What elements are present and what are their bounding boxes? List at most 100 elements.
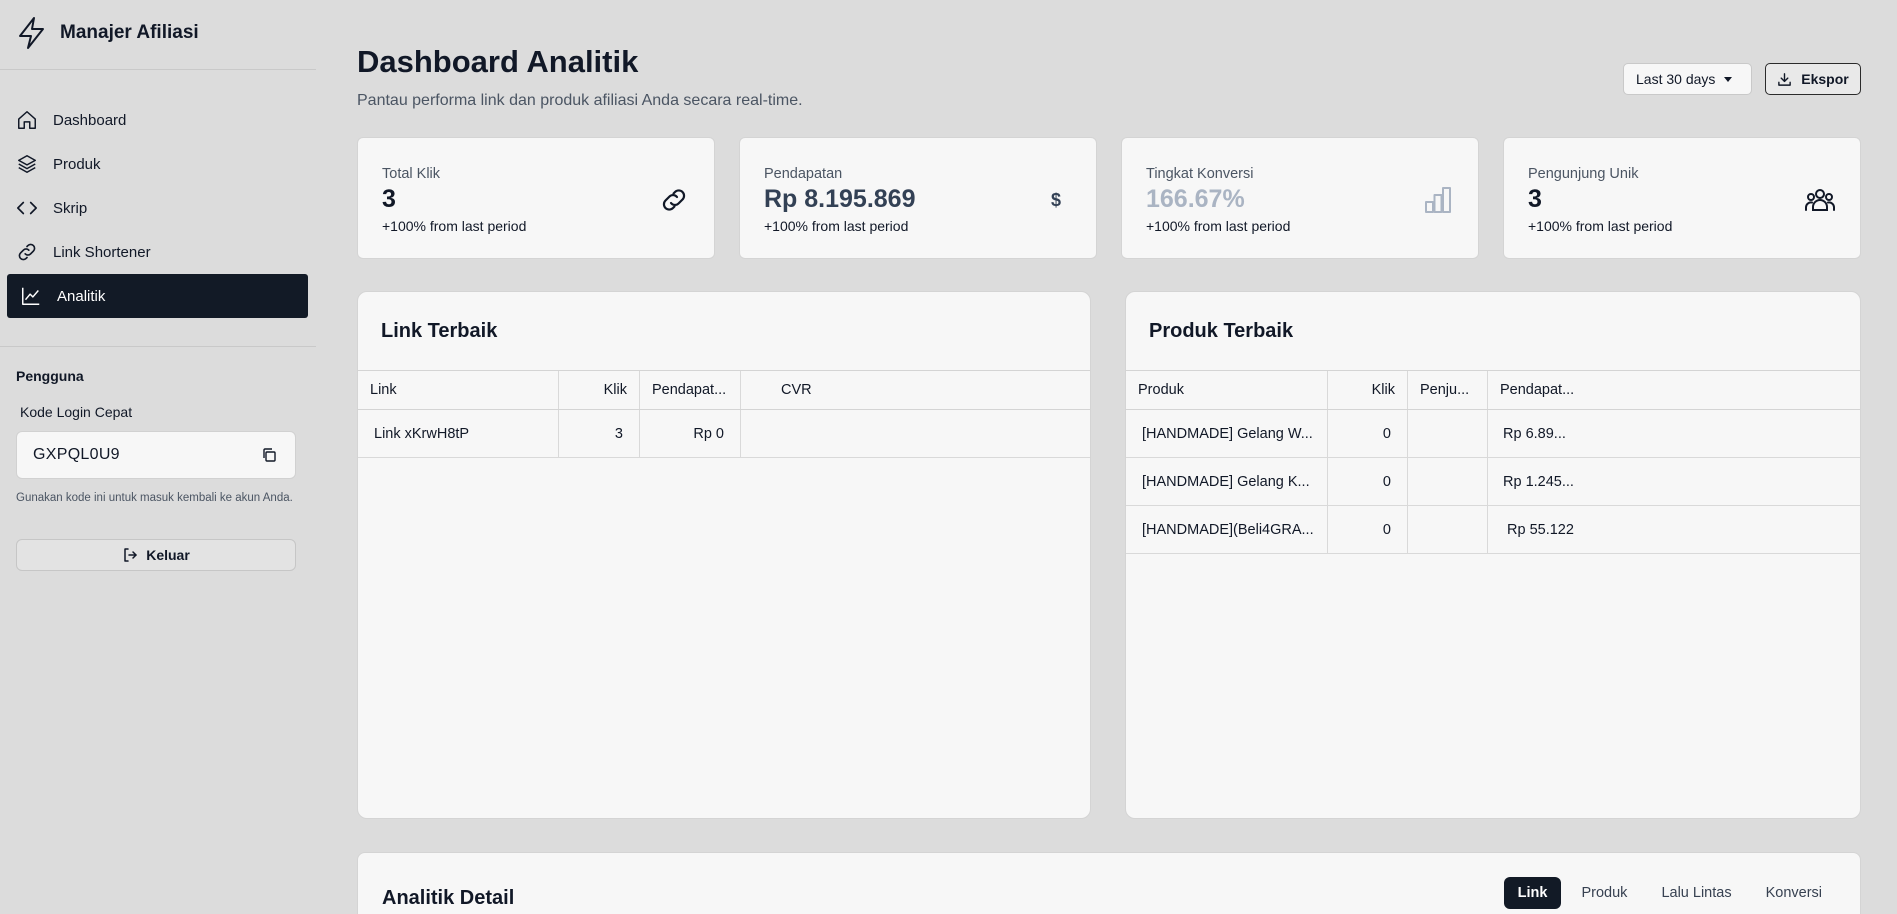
- tab-lalu-lintas[interactable]: Lalu Lintas: [1647, 877, 1745, 909]
- cell-clicks: 0: [1328, 458, 1408, 505]
- stat-label: Total Klik: [382, 166, 441, 182]
- stat-label: Pendapatan: [764, 166, 843, 182]
- sidebar-nav: Dashboard Produk Skrip Link Shortener An…: [7, 98, 308, 318]
- cell-revenue: Rp 55.122: [1507, 521, 1574, 538]
- lightning-icon: [19, 17, 44, 49]
- cell-product[interactable]: [HANDMADE](Beli4GRA...: [1126, 506, 1328, 553]
- logout-button[interactable]: Keluar: [16, 539, 296, 571]
- brand[interactable]: Manajer Afiliasi: [16, 16, 199, 50]
- link-icon: [18, 243, 36, 261]
- tab-konversi[interactable]: Konversi: [1752, 877, 1836, 909]
- cell-revenue: Rp 6.89...: [1503, 425, 1566, 442]
- stat-delta: +100% from last period: [1146, 218, 1291, 234]
- sidebar-item-label: Skrip: [53, 199, 88, 217]
- sidebar-item-produk[interactable]: Produk: [7, 142, 308, 186]
- stat-delta: +100% from last period: [764, 218, 909, 234]
- table-row[interactable]: [HANDMADE] Gelang K... 0 Rp 1.245...: [1126, 458, 1860, 506]
- column-header-sales[interactable]: Penju...: [1408, 371, 1488, 409]
- page-title: Dashboard Analitik: [357, 44, 639, 79]
- cell-sales: [1408, 410, 1488, 457]
- table-header: Produk Klik Penju... Pendapat...: [1126, 370, 1860, 410]
- table-header: Link Klik Pendapat... CVR: [358, 370, 1090, 410]
- app-name: Manajer Afiliasi: [60, 22, 199, 43]
- sidebar-item-analitik[interactable]: Analitik: [7, 274, 308, 318]
- detail-tabs: Link Produk Lalu Lintas Konversi: [1498, 877, 1836, 909]
- caret-down-icon: [1724, 76, 1733, 82]
- top-links-panel: Link Terbaik Link Klik Pendapat... CVR L…: [357, 291, 1091, 819]
- stat-card-revenue: Pendapatan Rp 8.195.869 +100% from last …: [739, 137, 1097, 259]
- sidebar-item-link-shortener[interactable]: Link Shortener: [7, 230, 308, 274]
- logout-label: Keluar: [146, 547, 190, 563]
- tab-produk[interactable]: Produk: [1567, 877, 1641, 909]
- detail-analytics-panel: Analitik Detail Link Produk Lalu Lintas …: [357, 852, 1861, 914]
- link-icon: [662, 189, 686, 211]
- cell-link[interactable]: Link xKrwH8tP: [358, 410, 559, 457]
- stat-value: 3: [1528, 185, 1542, 213]
- stat-delta: +100% from last period: [382, 218, 527, 234]
- chart-line-icon: [22, 287, 40, 305]
- cell-product[interactable]: [HANDMADE] Gelang W...: [1126, 410, 1328, 457]
- cell-revenue: Rp 0: [640, 410, 741, 457]
- sidebar-divider: [0, 346, 316, 347]
- bar-chart-icon: [1425, 187, 1451, 213]
- stat-label: Pengunjung Unik: [1528, 166, 1639, 182]
- top-products-panel: Produk Terbaik Produk Klik Penju... Pend…: [1125, 291, 1861, 819]
- cell-clicks: 0: [1328, 506, 1408, 553]
- login-code-label: Kode Login Cepat: [20, 404, 133, 420]
- sidebar-item-dashboard[interactable]: Dashboard: [7, 98, 308, 142]
- user-section-title: Pengguna: [16, 368, 84, 384]
- stat-label: Tingkat Konversi: [1146, 166, 1254, 182]
- login-code-hint: Gunakan kode ini untuk masuk kembali ke …: [16, 492, 293, 504]
- cell-clicks: 0: [1328, 410, 1408, 457]
- sidebar-item-label: Link Shortener: [53, 243, 151, 261]
- code-icon: [17, 201, 37, 215]
- login-code-box: GXPQL0U9: [16, 431, 296, 479]
- users-icon: [1805, 189, 1835, 211]
- column-header-link[interactable]: Link: [358, 371, 559, 409]
- column-header-cvr[interactable]: CVR: [741, 371, 861, 409]
- export-label: Ekspor: [1801, 71, 1849, 87]
- download-icon: [1778, 72, 1792, 86]
- stat-card-total-clicks: Total Klik 3 +100% from last period: [357, 137, 715, 259]
- sidebar-item-label: Produk: [53, 155, 101, 173]
- table-row[interactable]: [HANDMADE](Beli4GRA... 0 Rp 55.122: [1126, 506, 1860, 554]
- date-range-value: Last 30 days: [1636, 71, 1716, 87]
- stat-value: 166.67%: [1146, 185, 1245, 213]
- column-header-revenue[interactable]: Pendapat...: [640, 371, 741, 409]
- sidebar-item-label: Dashboard: [53, 111, 127, 129]
- column-header-product[interactable]: Produk: [1126, 371, 1328, 409]
- cell-revenue: Rp 1.245...: [1503, 473, 1574, 490]
- cell-cvr: [741, 410, 861, 457]
- stat-delta: +100% from last period: [1528, 218, 1673, 234]
- stat-value: 3: [382, 185, 396, 213]
- date-range-select[interactable]: Last 30 days: [1623, 63, 1752, 95]
- login-code: GXPQL0U9: [33, 446, 120, 463]
- table-row[interactable]: [HANDMADE] Gelang W... 0 Rp 6.89...: [1126, 410, 1860, 458]
- sidebar: Manajer Afiliasi Dashboard Produk Skrip …: [0, 0, 316, 914]
- cell-product[interactable]: [HANDMADE] Gelang K...: [1126, 458, 1328, 505]
- tab-link[interactable]: Link: [1503, 877, 1562, 909]
- home-icon: [18, 111, 36, 129]
- page-subtitle: Pantau performa link dan produk afiliasi…: [357, 92, 803, 109]
- column-header-clicks[interactable]: Klik: [559, 371, 640, 409]
- stat-card-unique-visitors: Pengunjung Unik 3 +100% from last period: [1503, 137, 1861, 259]
- cell-clicks: 3: [559, 410, 640, 457]
- dollar-icon: $: [1051, 190, 1061, 210]
- panel-title: Produk Terbaik: [1149, 320, 1294, 342]
- column-header-revenue[interactable]: Pendapat...: [1488, 371, 1608, 409]
- panel-title: Link Terbaik: [381, 320, 498, 342]
- table-row[interactable]: Link xKrwH8tP 3 Rp 0: [358, 410, 1090, 458]
- copy-icon[interactable]: [261, 447, 277, 463]
- column-header-clicks[interactable]: Klik: [1328, 371, 1408, 409]
- stat-value: Rp 8.195.869: [764, 185, 916, 213]
- layers-icon: [18, 155, 36, 173]
- panel-title: Analitik Detail: [382, 887, 515, 909]
- cell-sales: [1408, 458, 1488, 505]
- stat-card-conversion-rate: Tingkat Konversi 166.67% +100% from last…: [1121, 137, 1479, 259]
- logout-icon: [124, 548, 137, 562]
- sidebar-item-label: Analitik: [57, 287, 106, 305]
- export-button[interactable]: Ekspor: [1765, 63, 1861, 95]
- sidebar-item-skrip[interactable]: Skrip: [7, 186, 308, 230]
- sidebar-divider: [0, 69, 316, 70]
- cell-sales: [1408, 506, 1488, 553]
